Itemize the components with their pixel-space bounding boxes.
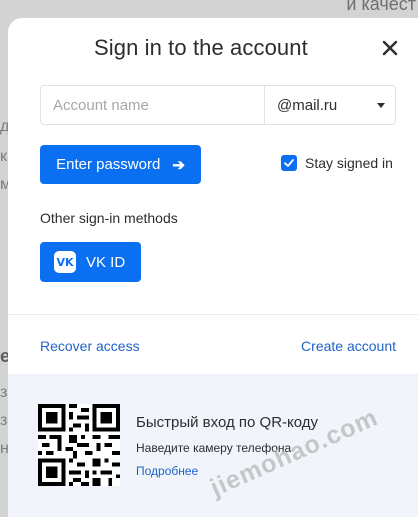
vk-id-button[interactable]: VK VK ID <box>40 242 141 282</box>
qr-login-panel: Быстрый вход по QR-коду Наведите камеру … <box>8 374 418 517</box>
qr-code-icon <box>38 404 120 486</box>
chevron-down-icon <box>377 102 385 108</box>
stay-signed-in-label: Stay signed in <box>305 155 393 171</box>
domain-select-value: @mail.ru <box>277 96 338 114</box>
enter-password-button[interactable]: Enter password ➔ <box>40 145 201 184</box>
enter-password-label: Enter password <box>56 156 161 173</box>
account-field-group: @mail.ru <box>40 85 396 125</box>
stay-signed-in-checkbox[interactable]: Stay signed in <box>281 155 393 171</box>
sign-in-modal: Sign in to the account @mail.ru Enter pa… <box>8 18 418 517</box>
other-methods-heading: Other sign-in methods <box>40 210 178 226</box>
domain-select[interactable]: @mail.ru <box>265 86 395 124</box>
qr-title: Быстрый вход по QR-коду <box>136 414 319 431</box>
close-button[interactable] <box>378 36 402 60</box>
background-text-top: и качест <box>346 0 416 14</box>
divider <box>8 314 418 315</box>
close-icon <box>382 40 398 56</box>
recover-access-link[interactable]: Recover access <box>40 338 140 354</box>
vk-logo-text: VK <box>56 255 74 269</box>
checkbox-check-icon <box>284 159 294 167</box>
account-name-input[interactable] <box>41 86 265 124</box>
qr-more-link[interactable]: Подробнее <box>136 464 198 478</box>
checkbox-box[interactable] <box>281 155 297 171</box>
arrow-right-icon: ➔ <box>172 156 185 174</box>
modal-title: Sign in to the account <box>94 35 308 60</box>
background-text-line: з <box>0 384 8 401</box>
background-text-line: к <box>0 148 7 165</box>
background-text-line: з <box>0 412 8 429</box>
create-account-link[interactable]: Create account <box>301 338 396 354</box>
vk-logo-icon: VK <box>54 251 76 273</box>
vk-id-label: VK ID <box>86 253 126 271</box>
